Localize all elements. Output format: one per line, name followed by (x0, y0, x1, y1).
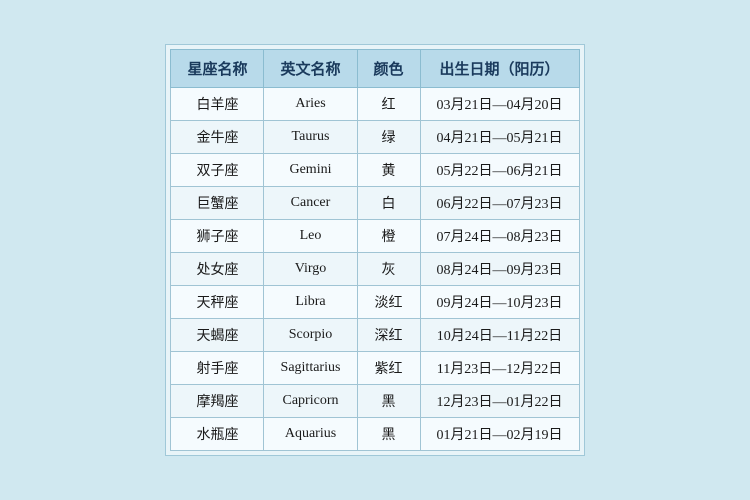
cell-color: 紫红 (357, 352, 420, 385)
cell-english-name: Leo (264, 220, 357, 253)
cell-english-name: Scorpio (264, 319, 357, 352)
cell-chinese-name: 双子座 (171, 154, 264, 187)
zodiac-table-container: 星座名称 英文名称 颜色 出生日期（阳历） 白羊座Aries红03月21日—04… (165, 44, 584, 456)
cell-color: 橙 (357, 220, 420, 253)
table-row: 狮子座Leo橙07月24日—08月23日 (171, 220, 579, 253)
table-row: 摩羯座Capricorn黑12月23日—01月22日 (171, 385, 579, 418)
cell-dates: 07月24日—08月23日 (420, 220, 579, 253)
cell-chinese-name: 金牛座 (171, 121, 264, 154)
cell-chinese-name: 白羊座 (171, 88, 264, 121)
cell-english-name: Taurus (264, 121, 357, 154)
cell-english-name: Aquarius (264, 418, 357, 451)
table-row: 射手座Sagittarius紫红11月23日—12月22日 (171, 352, 579, 385)
table-row: 水瓶座Aquarius黑01月21日—02月19日 (171, 418, 579, 451)
cell-dates: 10月24日—11月22日 (420, 319, 579, 352)
cell-color: 黑 (357, 418, 420, 451)
cell-chinese-name: 天秤座 (171, 286, 264, 319)
table-row: 双子座Gemini黄05月22日—06月21日 (171, 154, 579, 187)
cell-dates: 06月22日—07月23日 (420, 187, 579, 220)
cell-english-name: Libra (264, 286, 357, 319)
cell-color: 淡红 (357, 286, 420, 319)
cell-chinese-name: 水瓶座 (171, 418, 264, 451)
table-row: 处女座Virgo灰08月24日—09月23日 (171, 253, 579, 286)
cell-dates: 12月23日—01月22日 (420, 385, 579, 418)
cell-color: 白 (357, 187, 420, 220)
cell-color: 深红 (357, 319, 420, 352)
zodiac-table: 星座名称 英文名称 颜色 出生日期（阳历） 白羊座Aries红03月21日—04… (170, 49, 579, 451)
cell-dates: 04月21日—05月21日 (420, 121, 579, 154)
cell-english-name: Sagittarius (264, 352, 357, 385)
cell-chinese-name: 巨蟹座 (171, 187, 264, 220)
cell-color: 灰 (357, 253, 420, 286)
cell-color: 红 (357, 88, 420, 121)
cell-chinese-name: 摩羯座 (171, 385, 264, 418)
header-chinese-name: 星座名称 (171, 50, 264, 88)
table-row: 金牛座Taurus绿04月21日—05月21日 (171, 121, 579, 154)
cell-dates: 05月22日—06月21日 (420, 154, 579, 187)
cell-color: 黄 (357, 154, 420, 187)
cell-english-name: Cancer (264, 187, 357, 220)
cell-chinese-name: 射手座 (171, 352, 264, 385)
cell-dates: 08月24日—09月23日 (420, 253, 579, 286)
cell-english-name: Gemini (264, 154, 357, 187)
cell-color: 绿 (357, 121, 420, 154)
cell-english-name: Aries (264, 88, 357, 121)
table-row: 巨蟹座Cancer白06月22日—07月23日 (171, 187, 579, 220)
table-row: 天蝎座Scorpio深红10月24日—11月22日 (171, 319, 579, 352)
cell-english-name: Capricorn (264, 385, 357, 418)
header-dates: 出生日期（阳历） (420, 50, 579, 88)
table-header-row: 星座名称 英文名称 颜色 出生日期（阳历） (171, 50, 579, 88)
cell-dates: 09月24日—10月23日 (420, 286, 579, 319)
cell-dates: 01月21日—02月19日 (420, 418, 579, 451)
cell-dates: 11月23日—12月22日 (420, 352, 579, 385)
cell-chinese-name: 天蝎座 (171, 319, 264, 352)
cell-english-name: Virgo (264, 253, 357, 286)
cell-chinese-name: 狮子座 (171, 220, 264, 253)
header-english-name: 英文名称 (264, 50, 357, 88)
table-row: 天秤座Libra淡红09月24日—10月23日 (171, 286, 579, 319)
header-color: 颜色 (357, 50, 420, 88)
table-row: 白羊座Aries红03月21日—04月20日 (171, 88, 579, 121)
cell-chinese-name: 处女座 (171, 253, 264, 286)
cell-dates: 03月21日—04月20日 (420, 88, 579, 121)
cell-color: 黑 (357, 385, 420, 418)
